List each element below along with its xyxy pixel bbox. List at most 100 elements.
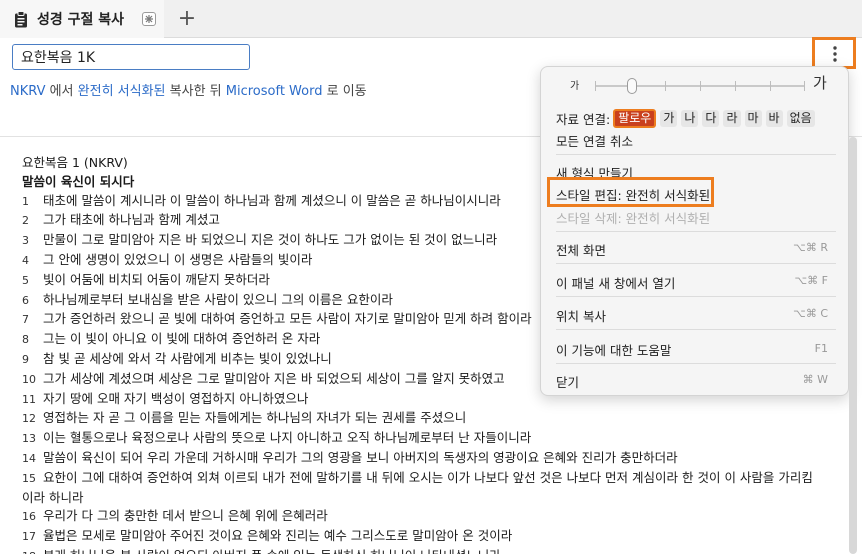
verse-row: 1 태초에 말씀이 계시니라 이 말씀이 하나님과 함께 계셨으니 이 말씀은 곧…	[22, 192, 542, 212]
verse-row: 12 영접하는 자 곧 그 이름을 믿는 자들에게는 하나님의 자녀가 되는 권세…	[22, 409, 542, 429]
verse-row: 15 요한이 그에 대하여 증언하여 외쳐 이르되 내가 전에 말하기를 내 뒤에…	[22, 469, 813, 489]
data-link-option[interactable]: 나	[681, 110, 699, 127]
verse-text: 그 안에 생명이 있었으니 이 생명은 사람들의 빛이라	[43, 251, 313, 267]
app-link[interactable]: Microsoft Word	[226, 84, 323, 99]
verse-row: 18본래 하나님을 본 사람이 없으되 아버지 품 속에 있는 독생하신 하나님…	[22, 547, 542, 554]
data-link-label: 자료 연결:	[556, 112, 611, 127]
verse-number: 4	[22, 253, 29, 267]
verse-number: 18	[22, 548, 43, 554]
delete-style-item: 스타일 삭제: 완전히 서식화된	[556, 211, 711, 226]
info-text-1: 에서	[45, 84, 78, 99]
verse-row: 10 그가 세상에 계셨으며 세상은 그로 말미암아 지은 바 되었으되 세상이 …	[22, 370, 542, 390]
verse-number: 10	[22, 372, 36, 386]
verse-row: 16 우리가 다 그의 충만한 데서 받으니 은혜 위에 은혜러라	[22, 507, 542, 527]
new-tab-button[interactable]: +	[176, 7, 198, 31]
verse-number: 12	[22, 412, 36, 426]
menu-separator	[556, 363, 836, 364]
verse-row: 14 말씀이 육신이 되어 우리 가운데 거하시매 우리가 그의 영광을 보니 아…	[22, 449, 678, 469]
slider-tick	[595, 81, 596, 91]
scrollbar-thumb[interactable]	[849, 137, 857, 554]
verse-number: 5	[22, 273, 29, 287]
info-text-3: 로 이동	[322, 84, 367, 99]
verse-list: 1 태초에 말씀이 계시니라 이 말씀이 하나님과 함께 계셨으니 이 말씀은 곧…	[22, 192, 813, 554]
verse-row: 17 율법은 모세로 말미암아 주어진 것이요 은혜와 진리는 예수 그리스도로 …	[22, 527, 542, 547]
menu-separator	[556, 296, 836, 297]
verse-number: 13	[22, 432, 36, 446]
verse-row: 6 하나님께로부터 보내심을 받은 사람이 있으니 그의 이름은 요한이라	[22, 291, 542, 311]
info-line: NKRV 에서 완전히 서식화된 복사한 뒤 Microsoft Word 로 …	[10, 80, 367, 99]
data-link-option[interactable]: 다	[702, 110, 720, 127]
menu-separator	[556, 231, 836, 232]
info-text-2: 복사한 뒤	[165, 84, 226, 99]
tab-title: 성경 구절 복사	[37, 12, 125, 28]
verse-content: 요한복음 1 (NKRV) 말씀이 육신이 되시다 1 태초에 말씀이 계시니라 …	[22, 154, 813, 554]
verse-text: 요한이 그에 대하여 증언하여 외쳐 이르되 내가 전에 말하기를 내 뒤에 오…	[43, 469, 813, 485]
menu-separator	[556, 329, 836, 330]
verse-text: 그가 태초에 하나님과 함께 계셨고	[43, 212, 220, 228]
verse-number: 15	[22, 471, 36, 485]
verse-row: 3 만물이 그로 말미암아 지은 바 되었으니 지은 것이 하나도 그가 없이는 …	[22, 231, 542, 251]
edit-style-highlight	[547, 177, 714, 207]
menu-separator	[556, 263, 836, 264]
verse-number: 14	[22, 451, 36, 465]
close-item[interactable]: 닫기	[556, 372, 579, 391]
copy-location-item[interactable]: 위치 복사	[556, 306, 606, 325]
verse-text: 이는 혈통으로나 육정으로나 사람의 뜻으로 나지 아니하고 오직 하나님께로부…	[43, 430, 532, 446]
fullscreen-item[interactable]: 전체 화면	[556, 240, 606, 259]
more-menu-button[interactable]	[812, 37, 856, 69]
font-size-slider-thumb[interactable]	[627, 78, 637, 94]
data-link-option[interactable]: 팔로우	[613, 109, 657, 128]
open-new-window-shortcut: ⌥⌘ F	[794, 274, 829, 287]
menu-separator	[556, 154, 836, 155]
verse-text: 율법은 모세로 말미암아 주어진 것이요 은혜와 진리는 예수 그리스도로 말미…	[43, 528, 513, 544]
open-new-window-item[interactable]: 이 패널 새 창에서 열기	[556, 273, 675, 292]
fullscreen-shortcut: ⌥⌘ R	[793, 241, 828, 254]
data-link-option[interactable]: 가	[660, 110, 678, 127]
slider-tick	[700, 81, 701, 91]
data-link-option[interactable]: 라	[723, 110, 741, 127]
verse-text: 이라 하니라	[22, 489, 84, 505]
scrollbar[interactable]	[848, 137, 858, 554]
tab-close-icon[interactable]	[142, 12, 156, 26]
data-link-option[interactable]: 없음	[786, 110, 815, 127]
verse-row: 이라 하니라	[22, 489, 542, 508]
section-heading: 말씀이 육신이 되시다	[22, 173, 135, 189]
copy-location-shortcut: ⌥⌘ C	[793, 307, 828, 320]
help-item[interactable]: 이 기능에 대한 도움말	[556, 340, 671, 359]
verse-number: 7	[22, 313, 29, 327]
font-size-large-label: 가	[813, 74, 827, 92]
version-link[interactable]: NKRV	[10, 84, 45, 99]
search-input[interactable]	[12, 44, 250, 70]
help-shortcut: F1	[814, 342, 828, 355]
verse-row: 9 참 빛 곧 세상에 와서 각 사람에게 비추는 빛이 있었나니	[22, 350, 542, 370]
verse-number: 16	[22, 510, 36, 524]
verse-text: 빛이 어둠에 비치되 어둠이 깨닫지 못하더라	[43, 271, 270, 287]
slider-tick	[665, 81, 666, 91]
verse-text: 그가 증언하러 왔으니 곧 빛에 대하여 증언하고 모든 사람이 자기로 말미암…	[43, 311, 532, 327]
verse-number: 8	[22, 333, 29, 347]
verse-text: 영접하는 자 곧 그 이름을 믿는 자들에게는 하나님의 자녀가 되는 권세를 …	[43, 410, 467, 426]
tab-bar: 성경 구절 복사 +	[0, 0, 862, 38]
verse-number: 3	[22, 234, 29, 248]
data-link-option[interactable]: 바	[765, 110, 783, 127]
verse-row: 5 빛이 어둠에 비치되 어둠이 깨닫지 못하더라	[22, 271, 542, 291]
data-link-options: 팔로우 가 나 다 라 마 바 없음	[613, 109, 819, 128]
verse-row: 2 그가 태초에 하나님과 함께 계셨고	[22, 211, 542, 231]
verse-number: 2	[22, 214, 29, 228]
format-link[interactable]: 완전히 서식화된	[78, 84, 166, 99]
verse-row: 8 그는 이 빛이 아니요 이 빛에 대하여 증언하러 온 자라	[22, 330, 542, 350]
verse-text: 말씀이 육신이 되어 우리 가운데 거하시매 우리가 그의 영광을 보니 아버지…	[43, 449, 678, 465]
verse-text: 자기 땅에 오매 자기 백성이 영접하지 아니하였으나	[43, 390, 309, 406]
font-size-small-label: 가	[570, 81, 580, 92]
clipboard-icon	[14, 10, 28, 28]
verse-text: 그가 세상에 계셨으며 세상은 그로 말미암아 지은 바 되었으되 세상이 그를…	[43, 370, 505, 386]
verse-text: 만물이 그로 말미암아 지은 바 되었으니 지은 것이 하나도 그가 없이는 된…	[43, 232, 498, 248]
verse-text: 그는 이 빛이 아니요 이 빛에 대하여 증언하러 온 자라	[43, 331, 321, 347]
close-shortcut: ⌘ W	[802, 373, 828, 386]
verse-row: 13 이는 혈통으로나 육정으로나 사람의 뜻으로 나지 아니하고 오직 하나님께…	[22, 429, 542, 449]
cancel-all-links-item[interactable]: 모든 연결 취소	[556, 131, 633, 150]
verse-text: 태초에 말씀이 계시니라 이 말씀이 하나님과 함께 계셨으니 이 말씀은 곧 …	[43, 192, 501, 208]
data-link-option[interactable]: 마	[744, 110, 762, 127]
tab-bible-copy[interactable]: 성경 구절 복사	[0, 0, 164, 38]
passage-heading: 요한복음 1 (NKRV)	[22, 155, 128, 170]
